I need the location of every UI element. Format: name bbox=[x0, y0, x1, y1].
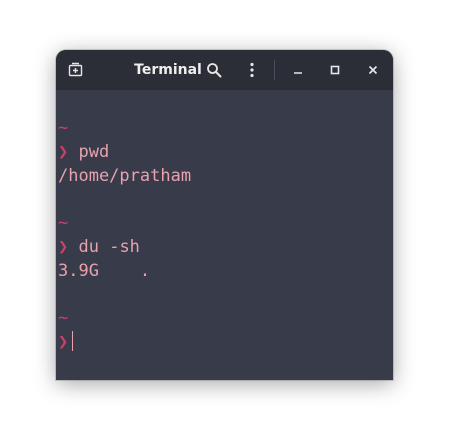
output-path: . bbox=[139, 261, 151, 281]
prompt-line[interactable]: ❯ bbox=[58, 330, 74, 354]
menu-icon[interactable] bbox=[242, 60, 262, 80]
close-icon[interactable] bbox=[363, 60, 383, 80]
cwd-tilde: ~ bbox=[58, 308, 69, 328]
titlebar: Terminal bbox=[56, 50, 393, 90]
cwd-tilde: ~ bbox=[58, 118, 69, 138]
minimize-icon[interactable] bbox=[288, 60, 308, 80]
prompt-symbol: ❯ bbox=[58, 237, 69, 257]
command-output: /home/pratham bbox=[58, 166, 192, 186]
output-size: 3.9G bbox=[58, 261, 99, 281]
window-title: Terminal bbox=[134, 62, 202, 78]
prompt-line: ❯ du -sh bbox=[58, 235, 140, 259]
command-output: 3.9G . bbox=[58, 259, 150, 283]
titlebar-separator bbox=[274, 60, 275, 80]
new-tab-icon[interactable] bbox=[66, 60, 86, 80]
command-text: du -sh bbox=[78, 237, 140, 257]
terminal-window: Terminal ~ ❯ pwd /home/pratham ~ ❯ du -s… bbox=[56, 50, 393, 380]
command-text: pwd bbox=[78, 142, 110, 162]
prompt-symbol: ❯ bbox=[58, 332, 69, 352]
maximize-icon[interactable] bbox=[325, 60, 345, 80]
prompt-symbol: ❯ bbox=[58, 142, 69, 162]
search-icon[interactable] bbox=[204, 60, 224, 80]
terminal-output[interactable]: ~ ❯ pwd /home/pratham ~ ❯ du -sh 3.9G . … bbox=[56, 90, 393, 380]
text-cursor bbox=[72, 331, 74, 351]
prompt-line: ❯ pwd bbox=[58, 140, 109, 164]
cwd-tilde: ~ bbox=[58, 213, 69, 233]
